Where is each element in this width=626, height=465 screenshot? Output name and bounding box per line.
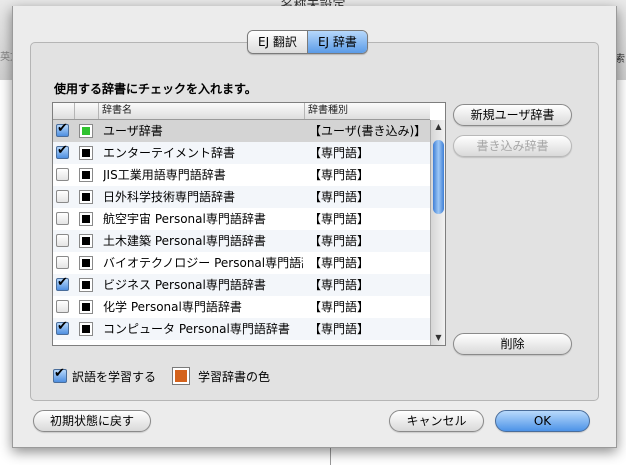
dictionary-color-swatch[interactable]: [79, 212, 93, 226]
dictionary-type: 【専門語】: [309, 300, 370, 314]
ok-button[interactable]: OK: [495, 410, 590, 432]
color-swatch: [82, 259, 90, 267]
dictionary-type: 【専門語】: [309, 322, 370, 336]
dictionary-enable-checkbox[interactable]: [56, 300, 69, 313]
color-swatch: [82, 171, 90, 179]
dictionary-enable-checkbox[interactable]: [56, 234, 69, 247]
dictionary-name: ユーザ辞書: [103, 124, 163, 138]
color-swatch: [82, 237, 90, 245]
dictionary-type: 【専門語】: [309, 278, 370, 292]
dictionary-color-swatch[interactable]: [79, 256, 93, 270]
dictionary-color-swatch[interactable]: [79, 234, 93, 248]
dictionary-name: 土木建築 Personal専門語辞書: [103, 234, 266, 248]
header-color-column[interactable]: [75, 103, 99, 119]
learn-translation-label: 訳語を学習する: [72, 370, 157, 384]
color-swatch: [82, 193, 90, 201]
delete-button[interactable]: 削除: [453, 333, 572, 355]
dictionary-color-swatch[interactable]: [79, 124, 93, 138]
color-swatch: [82, 215, 90, 223]
dictionary-enable-checkbox[interactable]: [56, 256, 69, 269]
dictionary-type: 【専門語】: [309, 190, 370, 204]
dictionary-enable-checkbox[interactable]: [56, 212, 69, 225]
dictionary-enable-checkbox[interactable]: [56, 168, 69, 181]
dictionary-type: 【専門語】: [309, 146, 370, 160]
dictionary-table: 辞書名 辞書種別 ユーザ辞書【ユーザ(書き込み)】エンターテイメント辞書【専門語…: [52, 102, 446, 346]
table-row[interactable]: 化学 Personal専門語辞書 【専門語】: [53, 296, 430, 318]
learn-dictionary-color-well[interactable]: [172, 367, 190, 385]
table-header: 辞書名 辞書種別: [53, 103, 430, 120]
dictionary-color-swatch[interactable]: [79, 278, 93, 292]
color-swatch: [82, 127, 90, 135]
dictionary-name: 日外科学技術専門語辞書: [103, 190, 236, 204]
dictionary-name: バイオテクノロジー Personal専門語辞: [103, 256, 303, 270]
dictionary-color-swatch[interactable]: [79, 168, 93, 182]
table-row[interactable]: コンピュータ Personal専門語辞書 【専門語】: [53, 318, 430, 340]
dictionary-enable-checkbox[interactable]: [56, 319, 69, 335]
reset-defaults-button[interactable]: 初期状態に戻す: [33, 410, 151, 432]
dictionary-enable-checkbox[interactable]: [56, 190, 69, 203]
dictionary-type: 【ユーザ(書き込み)】: [309, 124, 427, 138]
instruction-text: 使用する辞書にチェックを入れます。: [54, 82, 257, 96]
header-dict-type[interactable]: 辞書種別: [305, 103, 430, 119]
table-row[interactable]: 土木建築 Personal専門語辞書 【専門語】: [53, 230, 430, 252]
color-swatch: [82, 281, 90, 289]
dictionary-enable-checkbox[interactable]: [56, 121, 69, 137]
table-row[interactable]: ビジネス Personal専門語辞書 【専門語】: [53, 274, 430, 296]
tab-ej-translate[interactable]: EJ 翻訳: [248, 31, 307, 53]
tab-segmented-control: EJ 翻訳 EJ 辞書: [247, 30, 368, 54]
color-swatch: [82, 149, 90, 157]
dictionary-enable-checkbox[interactable]: [56, 143, 69, 159]
scroll-down-arrow-icon[interactable]: ▼: [431, 331, 445, 345]
dictionary-name: ビジネス Personal専門語辞書: [103, 278, 266, 292]
dictionary-name: コンピュータ Personal専門語辞書: [103, 322, 290, 336]
dictionary-color-swatch[interactable]: [79, 190, 93, 204]
dictionary-color-swatch[interactable]: [79, 146, 93, 160]
color-swatch: [82, 325, 90, 333]
table-row[interactable]: エンターテイメント辞書 【専門語】: [53, 142, 430, 164]
new-user-dictionary-button[interactable]: 新規ユーザ辞書: [453, 104, 572, 126]
dictionary-color-swatch[interactable]: [79, 322, 93, 336]
table-row[interactable]: JIS工業用語専門語辞書 【専門語】: [53, 164, 430, 186]
vertical-scrollbar[interactable]: ▲ ▼: [430, 120, 445, 345]
dictionary-name: 化学 Personal専門語辞書: [103, 300, 242, 314]
header-check-column[interactable]: [53, 103, 75, 119]
dictionary-color-swatch[interactable]: [79, 300, 93, 314]
table-row[interactable]: バイオテクノロジー Personal専門語辞 【専門語】: [53, 252, 430, 274]
write-dictionary-button[interactable]: 書き込み辞書: [453, 135, 572, 157]
dictionary-name: エンターテイメント辞書: [103, 146, 236, 160]
tab-ej-dictionary[interactable]: EJ 辞書: [307, 31, 367, 53]
dictionary-name: 航空宇宙 Personal専門語辞書: [103, 212, 266, 226]
header-dict-name[interactable]: 辞書名: [99, 103, 305, 119]
dictionary-type: 【専門語】: [309, 212, 370, 226]
scroll-up-arrow-icon[interactable]: ▲: [431, 120, 445, 134]
table-row[interactable]: 航空宇宙 Personal専門語辞書 【専門語】: [53, 208, 430, 230]
table-row[interactable]: 日外科学技術専門語辞書 【専門語】: [53, 186, 430, 208]
dictionary-type: 【専門語】: [309, 256, 370, 270]
learn-translation-checkbox[interactable]: [53, 366, 67, 383]
learn-dictionary-color-label: 学習辞書の色: [198, 370, 271, 384]
dictionary-type: 【専門語】: [309, 234, 370, 248]
table-row[interactable]: ユーザ辞書 【ユーザ(書き込み)】: [53, 120, 430, 142]
color-swatch: [82, 303, 90, 311]
cancel-button[interactable]: キャンセル: [389, 410, 484, 432]
scroll-thumb[interactable]: [433, 140, 444, 214]
color-swatch: [175, 370, 187, 382]
dictionary-name: JIS工業用語専門語辞書: [103, 168, 226, 182]
dictionary-enable-checkbox[interactable]: [56, 275, 69, 291]
dictionary-type: 【専門語】: [309, 168, 370, 182]
